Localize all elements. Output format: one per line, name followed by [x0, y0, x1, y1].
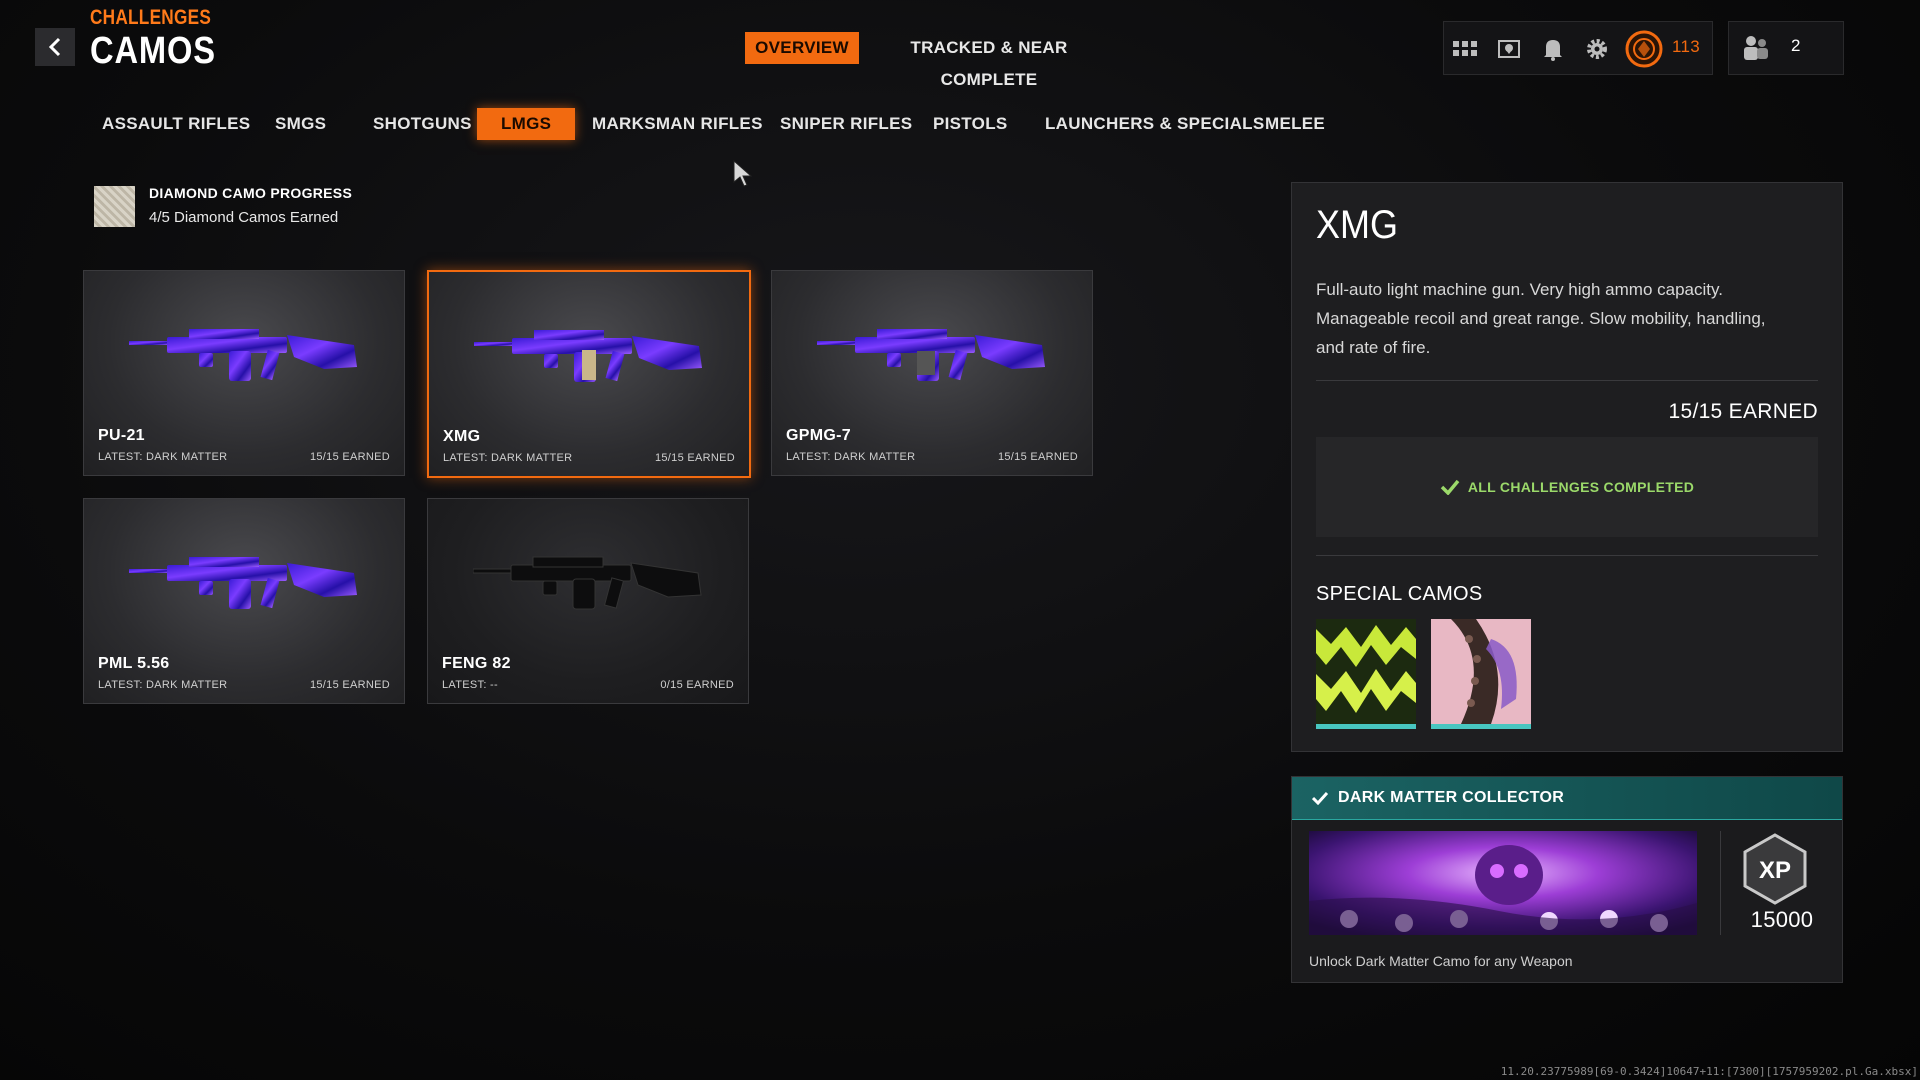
- map-icon[interactable]: [1496, 37, 1522, 61]
- xp-icon: XP: [1742, 833, 1808, 905]
- prestige-emblem-icon[interactable]: [1624, 29, 1664, 69]
- chevron-left-icon: [48, 37, 61, 57]
- bell-icon[interactable]: [1540, 37, 1566, 61]
- checkmark-icon: [1312, 791, 1328, 805]
- tab-smgs[interactable]: SMGS: [275, 108, 326, 140]
- weapon-detail-panel: XMG Full-auto light machine gun. Very hi…: [1291, 182, 1843, 752]
- completion-status-label: ALL CHALLENGES COMPLETED: [1467, 479, 1695, 495]
- friends-count: 2: [1791, 36, 1801, 55]
- weapon-image-pu-21: [129, 329, 357, 381]
- diamond-camo-thumbnail: [94, 186, 135, 227]
- weapon-image-feng-82: [473, 556, 702, 610]
- mouse-cursor-icon: [733, 160, 753, 187]
- tab-tracked-near-complete[interactable]: TRACKED & NEAR COMPLETE: [880, 32, 1098, 89]
- weapon-name: GPMG-7: [786, 427, 851, 444]
- weapon-name: FENG 82: [442, 655, 511, 672]
- grid-icon[interactable]: [1452, 37, 1478, 61]
- weapon-latest-camo: LATEST: --: [442, 679, 498, 691]
- weapon-card-pu-21[interactable]: PU-21 LATEST: DARK MATTER 15/15 EARNED: [83, 270, 405, 476]
- xp-reward-value: 15000: [1750, 907, 1814, 932]
- diamond-progress-subtitle: 4/5 Diamond Camos Earned: [149, 209, 339, 226]
- weapon-latest-camo: LATEST: DARK MATTER: [98, 451, 228, 463]
- tab-melee[interactable]: MELEE: [1265, 108, 1325, 140]
- special-camos-title: SPECIAL CAMOS: [1316, 583, 1483, 605]
- weapon-earned-count: 15/15 EARNED: [997, 451, 1078, 463]
- weapon-earned-count: 0/15 EARNED: [660, 679, 734, 691]
- page-title: CAMOS: [90, 30, 216, 72]
- challenge-title: DARK MATTER COLLECTOR: [1338, 789, 1565, 806]
- weapon-earned-count: 15/15 EARNED: [309, 679, 390, 691]
- camo-unlocked-bar: [1316, 724, 1416, 729]
- gear-icon[interactable]: [1584, 37, 1610, 61]
- checkmark-icon: [1440, 479, 1460, 495]
- tab-shotguns[interactable]: SHOTGUNS: [373, 108, 472, 140]
- tab-assault-rifles[interactable]: ASSAULT RIFLES: [102, 108, 250, 140]
- weapon-image-gpmg-7: [817, 329, 1045, 381]
- weapon-latest-camo: LATEST: DARK MATTER: [786, 451, 916, 463]
- dark-matter-reward-image: [1309, 831, 1697, 935]
- weapon-card-feng-82[interactable]: FENG 82 LATEST: -- 0/15 EARNED: [427, 498, 749, 704]
- completion-status-box: ALL CHALLENGES COMPLETED: [1316, 437, 1818, 537]
- tab-marksman-rifles[interactable]: MARKSMAN RIFLES: [592, 108, 763, 140]
- special-camo-yellow-zigzag[interactable]: [1316, 619, 1416, 729]
- special-camo-pink-snakeskin[interactable]: [1431, 619, 1531, 729]
- header-icon-bar: 113: [1443, 21, 1713, 75]
- friends-icon: [1743, 34, 1769, 67]
- weapon-card-gpmg-7[interactable]: GPMG-7 LATEST: DARK MATTER 15/15 EARNED: [771, 270, 1093, 476]
- diamond-progress-title: DIAMOND CAMO PROGRESS: [149, 185, 353, 201]
- weapon-name: PML 5.56: [98, 655, 170, 672]
- detail-description: Full-auto light machine gun. Very high a…: [1316, 280, 1766, 357]
- divider: [1316, 380, 1818, 381]
- challenge-description: Unlock Dark Matter Camo for any Weapon: [1309, 953, 1573, 969]
- tab-overview[interactable]: OVERVIEW: [745, 32, 859, 64]
- tab-lmgs[interactable]: LMGS: [477, 108, 576, 140]
- tab-launchers-specials[interactable]: LAUNCHERS & SPECIALS: [1045, 108, 1264, 140]
- svg-text:XP: XP: [1759, 857, 1791, 884]
- weapon-name: XMG: [443, 428, 481, 445]
- challenge-panel: DARK MATTER COLLECTOR XP 15000 Unlock Da…: [1291, 776, 1843, 983]
- player-level: 113: [1672, 37, 1701, 56]
- build-id: 11.20.23775989[69-0.3424]10647+11:[7300]…: [1500, 1065, 1918, 1078]
- divider: [1316, 555, 1818, 556]
- weapon-image-pml-5-56: [129, 557, 357, 609]
- weapon-latest-camo: LATEST: DARK MATTER: [98, 679, 228, 691]
- weapon-name: PU-21: [98, 427, 145, 444]
- weapon-image-xmg: [474, 330, 702, 382]
- weapon-earned-count: 15/15 EARNED: [309, 451, 390, 463]
- weapon-latest-camo: LATEST: DARK MATTER: [443, 452, 573, 464]
- challenge-header: DARK MATTER COLLECTOR: [1292, 777, 1842, 820]
- detail-weapon-name: XMG: [1316, 203, 1399, 247]
- camo-unlocked-bar: [1431, 724, 1531, 729]
- divider: [1720, 831, 1721, 935]
- detail-earned-count: 15/15 EARNED: [1668, 400, 1818, 423]
- weapon-earned-count: 15/15 EARNED: [654, 452, 735, 464]
- tab-sniper-rifles[interactable]: SNIPER RIFLES: [780, 108, 912, 140]
- weapon-card-pml-5-56[interactable]: PML 5.56 LATEST: DARK MATTER 15/15 EARNE…: [83, 498, 405, 704]
- back-button[interactable]: [35, 28, 75, 66]
- weapon-card-xmg[interactable]: XMG LATEST: DARK MATTER 15/15 EARNED: [427, 270, 751, 478]
- friends-button[interactable]: 2: [1728, 21, 1844, 75]
- tab-pistols[interactable]: PISTOLS: [933, 108, 1008, 140]
- breadcrumb: CHALLENGES: [90, 6, 212, 29]
